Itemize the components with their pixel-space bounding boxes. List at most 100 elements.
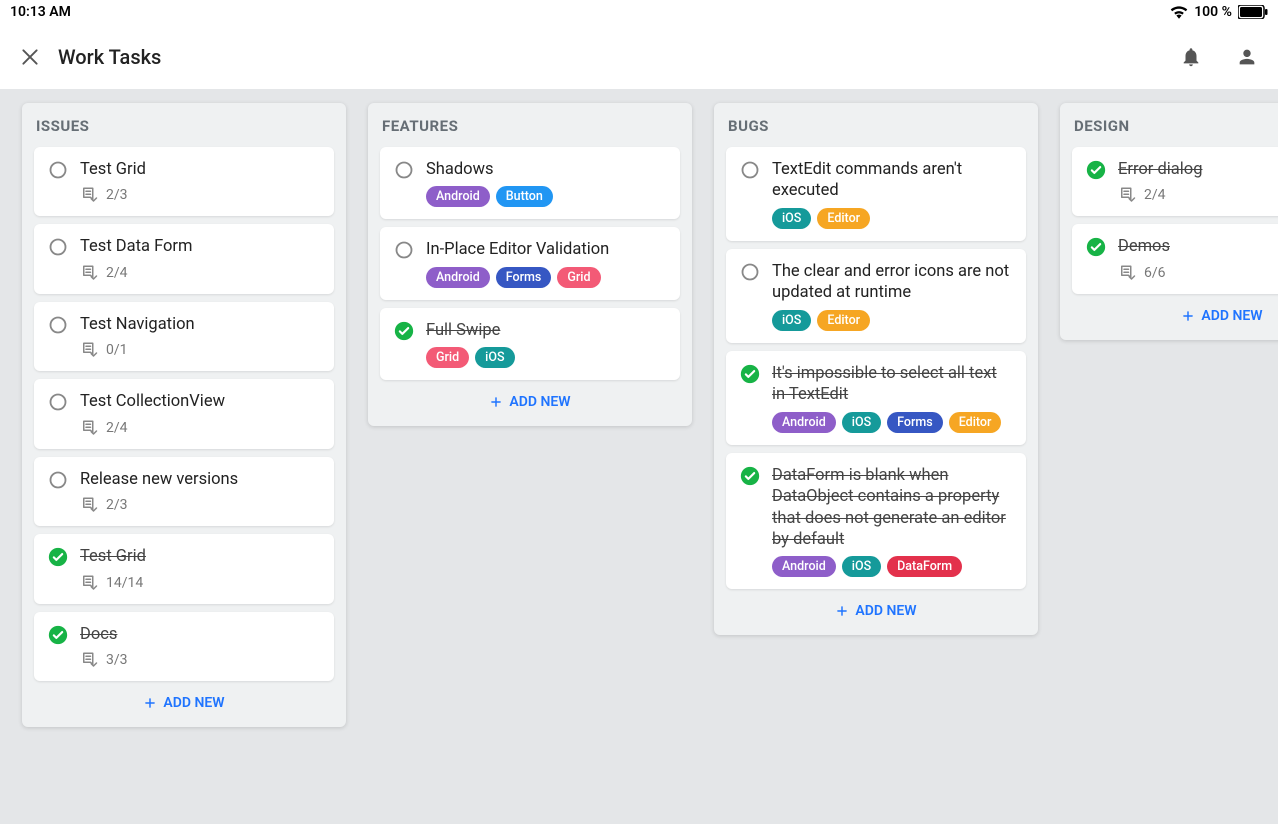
task-card[interactable]: The clear and error icons are not update… bbox=[726, 249, 1026, 343]
tag[interactable]: Editor bbox=[949, 412, 1002, 433]
task-card[interactable]: Test Navigation 0/1 bbox=[34, 302, 334, 371]
add-new-button[interactable]: ADD NEW bbox=[726, 597, 1026, 623]
check-circle-icon[interactable] bbox=[1086, 237, 1106, 257]
task-card[interactable]: Test Grid 2/3 bbox=[34, 147, 334, 216]
subtask-count-text: 14/14 bbox=[106, 575, 143, 591]
task-card[interactable]: Test CollectionView 2/4 bbox=[34, 379, 334, 448]
circle-open-icon[interactable] bbox=[48, 237, 68, 257]
task-card[interactable]: It's impossible to select all text in Te… bbox=[726, 351, 1026, 445]
tag-list: iOS Editor bbox=[772, 208, 1012, 229]
check-circle-icon[interactable] bbox=[48, 547, 68, 567]
card-title: Test Navigation bbox=[80, 314, 320, 335]
circle-open-icon[interactable] bbox=[48, 160, 68, 180]
circle-open-icon[interactable] bbox=[48, 315, 68, 335]
bell-icon[interactable] bbox=[1180, 46, 1202, 68]
card-title: Docs bbox=[80, 624, 320, 645]
tag[interactable]: iOS bbox=[842, 556, 881, 577]
tag-list: Android FormsGrid bbox=[426, 267, 666, 288]
subtask-count-text: 2/3 bbox=[106, 187, 128, 203]
tag[interactable]: Forms bbox=[496, 267, 552, 288]
subtask-count: 2/4 bbox=[1118, 186, 1278, 204]
subtask-icon bbox=[80, 341, 98, 359]
column-title: BUGS bbox=[728, 117, 1026, 135]
tag[interactable]: Android bbox=[772, 412, 836, 433]
tag[interactable]: Android bbox=[426, 267, 490, 288]
column: DESIGNError dialog2/4Demos6/6ADD NEW bbox=[1060, 103, 1278, 340]
tag[interactable]: Editor bbox=[817, 208, 870, 229]
task-card[interactable]: TextEdit commands aren't executed iOS Edit… bbox=[726, 147, 1026, 241]
task-card[interactable]: Error dialog 2/4 bbox=[1072, 147, 1278, 216]
tag[interactable]: Android bbox=[426, 186, 490, 207]
card-title: Test Grid bbox=[80, 159, 320, 180]
task-card[interactable]: Test Data Form2/4 bbox=[34, 224, 334, 293]
circle-open-icon[interactable] bbox=[740, 262, 760, 282]
add-new-button[interactable]: ADD NEW bbox=[34, 689, 334, 715]
column: FEATURESShadowsAndroidButtonIn-Place Edi… bbox=[368, 103, 692, 426]
subtask-icon bbox=[80, 419, 98, 437]
subtask-icon bbox=[1118, 186, 1136, 204]
check-circle-icon[interactable] bbox=[1086, 160, 1106, 180]
tag[interactable]: iOS bbox=[772, 310, 811, 331]
tag[interactable]: iOS bbox=[842, 412, 881, 433]
tag[interactable]: Android bbox=[772, 556, 836, 577]
subtask-count-text: 2/4 bbox=[106, 420, 128, 436]
subtask-icon bbox=[80, 651, 98, 669]
tag-list: Android iOS Forms Editor bbox=[772, 412, 1012, 433]
tag[interactable]: DataForm bbox=[887, 556, 962, 577]
tag[interactable]: Grid bbox=[557, 267, 600, 288]
card-title: Test Data Form bbox=[80, 236, 320, 257]
check-circle-icon[interactable] bbox=[740, 364, 760, 384]
circle-open-icon[interactable] bbox=[394, 160, 414, 180]
close-icon[interactable] bbox=[20, 47, 40, 67]
subtask-count-text: 0/1 bbox=[106, 342, 128, 358]
person-icon[interactable] bbox=[1236, 46, 1258, 68]
add-new-label: ADD NEW bbox=[855, 603, 916, 619]
circle-open-icon[interactable] bbox=[394, 240, 414, 260]
card-title: In-Place Editor Validation bbox=[426, 239, 666, 260]
add-new-button[interactable]: ADD NEW bbox=[380, 388, 680, 414]
subtask-icon bbox=[80, 496, 98, 514]
subtask-icon bbox=[1118, 264, 1136, 282]
subtask-icon bbox=[80, 186, 98, 204]
card-title: The clear and error icons are not update… bbox=[772, 261, 1012, 304]
card-title: Test CollectionView bbox=[80, 391, 320, 412]
subtask-icon bbox=[80, 574, 98, 592]
subtask-count-text: 2/3 bbox=[106, 497, 128, 513]
task-card[interactable]: Full Swipe GridiOS bbox=[380, 308, 680, 380]
task-card[interactable]: Release new versions 2/3 bbox=[34, 457, 334, 526]
card-title: Test Grid bbox=[80, 546, 320, 567]
tag[interactable]: iOS bbox=[475, 347, 514, 368]
add-new-button[interactable]: ADD NEW bbox=[1072, 302, 1278, 328]
card-title: Full Swipe bbox=[426, 320, 666, 341]
app-bar: Work Tasks bbox=[0, 24, 1278, 89]
task-card[interactable]: ShadowsAndroidButton bbox=[380, 147, 680, 219]
subtask-count: 2/4 bbox=[80, 419, 320, 437]
card-title: Error dialog bbox=[1118, 159, 1278, 180]
task-card[interactable]: Test Grid 14/14 bbox=[34, 534, 334, 603]
circle-open-icon[interactable] bbox=[48, 392, 68, 412]
circle-open-icon[interactable] bbox=[48, 470, 68, 490]
tag[interactable]: Button bbox=[496, 186, 553, 207]
task-card[interactable]: Docs3/3 bbox=[34, 612, 334, 681]
status-time: 10:13 AM bbox=[10, 4, 71, 20]
tag-list: iOS Editor bbox=[772, 310, 1012, 331]
task-card[interactable]: DataForm is blank when DataObject contai… bbox=[726, 453, 1026, 590]
circle-open-icon[interactable] bbox=[740, 160, 760, 180]
task-card[interactable]: In-Place Editor Validation Android FormsGr… bbox=[380, 227, 680, 299]
tag[interactable]: Grid bbox=[426, 347, 469, 368]
tag[interactable]: Editor bbox=[817, 310, 870, 331]
battery-icon bbox=[1238, 5, 1268, 19]
subtask-count: 6/6 bbox=[1118, 264, 1278, 282]
check-circle-icon[interactable] bbox=[394, 321, 414, 341]
column-title: FEATURES bbox=[382, 117, 680, 135]
check-circle-icon[interactable] bbox=[740, 466, 760, 486]
check-circle-icon[interactable] bbox=[48, 625, 68, 645]
status-battery: 100 % bbox=[1194, 4, 1232, 20]
task-card[interactable]: Demos6/6 bbox=[1072, 224, 1278, 293]
kanban-board[interactable]: ISSUESTest Grid2/3Test Data Form2/4Test … bbox=[0, 89, 1278, 824]
tag[interactable]: iOS bbox=[772, 208, 811, 229]
card-title: TextEdit commands aren't executed bbox=[772, 159, 1012, 202]
tag[interactable]: Forms bbox=[887, 412, 943, 433]
subtask-count-text: 6/6 bbox=[1144, 265, 1166, 281]
card-title: Release new versions bbox=[80, 469, 320, 490]
